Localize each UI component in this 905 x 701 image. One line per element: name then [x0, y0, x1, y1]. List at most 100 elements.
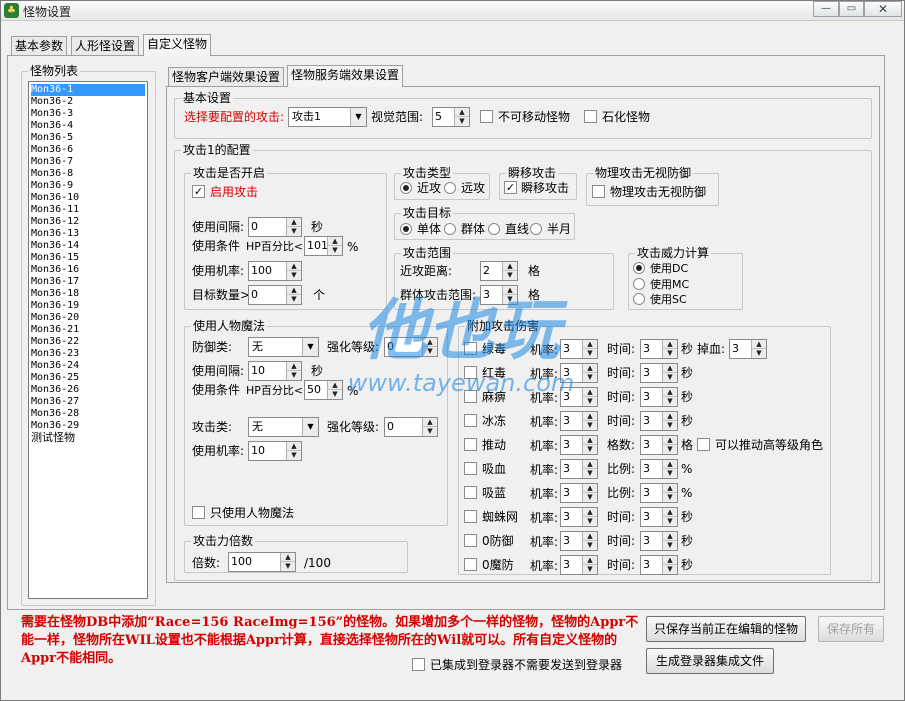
list-item[interactable]: Mon36-4 [31, 120, 73, 132]
spin-down-icon[interactable]: ▼ [663, 469, 677, 478]
list-item[interactable]: Mon36-9 [31, 180, 73, 192]
extra-rate-spinner[interactable]: 3 ▲ ▼ [560, 411, 598, 431]
spin-up-icon[interactable]: ▲ [503, 286, 517, 295]
spin-down-icon[interactable]: ▼ [663, 349, 677, 358]
list-item[interactable]: Mon36-19 [31, 300, 79, 312]
spin-down-icon[interactable]: ▼ [583, 397, 597, 406]
spin-up-icon[interactable]: ▲ [583, 340, 597, 349]
extra-rate-spinner[interactable]: 3 ▲ ▼ [560, 531, 598, 551]
spin-down-icon[interactable]: ▼ [663, 421, 677, 430]
melee-radio[interactable] [400, 182, 412, 194]
integrated-checkbox[interactable] [412, 658, 425, 671]
multiplier-spinner[interactable]: 100 ▲ ▼ [228, 552, 296, 572]
list-item[interactable]: Mon36-27 [31, 396, 79, 408]
list-item[interactable]: Mon36-8 [31, 168, 73, 180]
spin-down-icon[interactable]: ▼ [663, 445, 677, 454]
monster-list[interactable]: Mon36-1 Mon36-2 Mon36-3 Mon36-4 Mon36-5 Mon36… [28, 81, 148, 599]
spin-up-icon[interactable]: ▲ [663, 412, 677, 421]
extra-param-spinner[interactable]: 3 ▲ ▼ [640, 411, 678, 431]
extra-param-spinner[interactable]: 3 ▲ ▼ [640, 483, 678, 503]
spin-up-icon[interactable]: ▲ [663, 340, 677, 349]
rate-spinner[interactable]: 100 ▲ ▼ [248, 261, 302, 281]
spin-up-icon[interactable]: ▲ [663, 484, 677, 493]
spin-up-icon[interactable]: ▲ [287, 218, 301, 227]
magic-interval-spinner[interactable]: 10 ▲ ▼ [248, 361, 302, 381]
list-item[interactable]: Mon36-25 [31, 372, 79, 384]
spin-down-icon[interactable]: ▼ [583, 469, 597, 478]
extra-rate-spinner[interactable]: 3 ▲ ▼ [560, 435, 598, 455]
extra-rate-spinner[interactable]: 3 ▲ ▼ [560, 363, 598, 383]
spin-up-icon[interactable]: ▲ [503, 262, 517, 271]
list-item[interactable]: Mon36-24 [31, 360, 79, 372]
list-item[interactable]: Mon36-21 [31, 324, 79, 336]
spin-down-icon[interactable]: ▼ [583, 421, 597, 430]
tab-server-effects[interactable]: 怪物服务端效果设置 [287, 65, 404, 87]
list-item[interactable]: Mon36-7 [31, 156, 73, 168]
spin-up-icon[interactable]: ▲ [583, 388, 597, 397]
extra-param-spinner[interactable]: 3 ▲ ▼ [640, 459, 678, 479]
extra-rate-spinner[interactable]: 3 ▲ ▼ [560, 483, 598, 503]
extra-param-spinner[interactable]: 3 ▲ ▼ [640, 339, 678, 359]
list-item[interactable]: Mon36-20 [31, 312, 79, 324]
target-single-radio[interactable] [400, 223, 412, 235]
spin-up-icon[interactable]: ▲ [583, 484, 597, 493]
list-item[interactable]: Mon36-1 [31, 84, 145, 96]
magic-rate-spinner[interactable]: 10 ▲ ▼ [248, 441, 302, 461]
list-item[interactable]: Mon36-12 [31, 216, 79, 228]
spin-down-icon[interactable]: ▼ [663, 517, 677, 526]
target-group-radio[interactable] [444, 223, 456, 235]
spin-down-icon[interactable]: ▼ [281, 562, 295, 571]
ranged-radio[interactable] [444, 182, 456, 194]
list-item[interactable]: Mon36-3 [31, 108, 73, 120]
list-item[interactable]: Mon36-10 [31, 192, 79, 204]
spin-up-icon[interactable]: ▲ [423, 338, 437, 347]
list-item[interactable]: Mon36-2 [31, 96, 73, 108]
attack-class-select[interactable]: 无 ▼ [248, 417, 319, 437]
spin-down-icon[interactable]: ▼ [423, 427, 437, 436]
list-item[interactable]: Mon36-23 [31, 348, 79, 360]
spin-up-icon[interactable]: ▲ [583, 508, 597, 517]
only-human-magic-checkbox[interactable] [192, 506, 205, 519]
spin-up-icon[interactable]: ▲ [752, 340, 766, 349]
spin-down-icon[interactable]: ▼ [503, 295, 517, 304]
list-item[interactable]: Mon36-26 [31, 384, 79, 396]
minimize-button[interactable]: — [813, 1, 839, 17]
spin-down-icon[interactable]: ▼ [663, 565, 677, 574]
spin-down-icon[interactable]: ▼ [663, 541, 677, 550]
spin-down-icon[interactable]: ▼ [583, 373, 597, 382]
extra-effect-checkbox[interactable] [464, 414, 477, 427]
spin-up-icon[interactable]: ▲ [455, 108, 469, 117]
extra-param-spinner[interactable]: 3 ▲ ▼ [640, 531, 678, 551]
extra-effect-checkbox[interactable] [464, 486, 477, 499]
extra-effect-checkbox[interactable] [464, 510, 477, 523]
spin-down-icon[interactable]: ▼ [583, 517, 597, 526]
extra-effect-checkbox[interactable] [464, 342, 477, 355]
spin-down-icon[interactable]: ▼ [583, 445, 597, 454]
spin-down-icon[interactable]: ▼ [328, 390, 342, 399]
spin-down-icon[interactable]: ▼ [663, 397, 677, 406]
spin-down-icon[interactable]: ▼ [583, 565, 597, 574]
list-item[interactable]: Mon36-14 [31, 240, 79, 252]
tab-custom-monster[interactable]: 自定义怪物 [143, 34, 212, 56]
spin-up-icon[interactable]: ▲ [583, 412, 597, 421]
tab-client-effects[interactable]: 怪物客户端效果设置 [168, 67, 285, 87]
target-halfmoon-radio[interactable] [530, 223, 542, 235]
spin-down-icon[interactable]: ▼ [287, 271, 301, 280]
extra-effect-checkbox[interactable] [464, 558, 477, 571]
spin-down-icon[interactable]: ▼ [287, 227, 301, 236]
list-item[interactable]: Mon36-17 [31, 276, 79, 288]
extra-param-spinner[interactable]: 3 ▲ ▼ [640, 387, 678, 407]
extra-param-spinner[interactable]: 3 ▲ ▼ [640, 507, 678, 527]
immovable-checkbox[interactable] [480, 110, 493, 123]
spin-up-icon[interactable]: ▲ [663, 532, 677, 541]
extra-rate-spinner[interactable]: 3 ▲ ▼ [560, 555, 598, 575]
defense-class-select[interactable]: 无 ▼ [248, 337, 319, 357]
enhance-level-spinner[interactable]: 0 ▲ ▼ [384, 337, 438, 357]
view-range-spinner[interactable]: 5 ▲ ▼ [432, 107, 470, 127]
spin-down-icon[interactable]: ▼ [455, 117, 469, 126]
extra-effect-checkbox[interactable] [464, 438, 477, 451]
extra-rate-spinner[interactable]: 3 ▲ ▼ [560, 387, 598, 407]
tab-basic-params[interactable]: 基本参数 [11, 36, 68, 56]
extra-param-spinner[interactable]: 3 ▲ ▼ [640, 435, 678, 455]
target-count-spinner[interactable]: 0 ▲ ▼ [248, 285, 302, 305]
